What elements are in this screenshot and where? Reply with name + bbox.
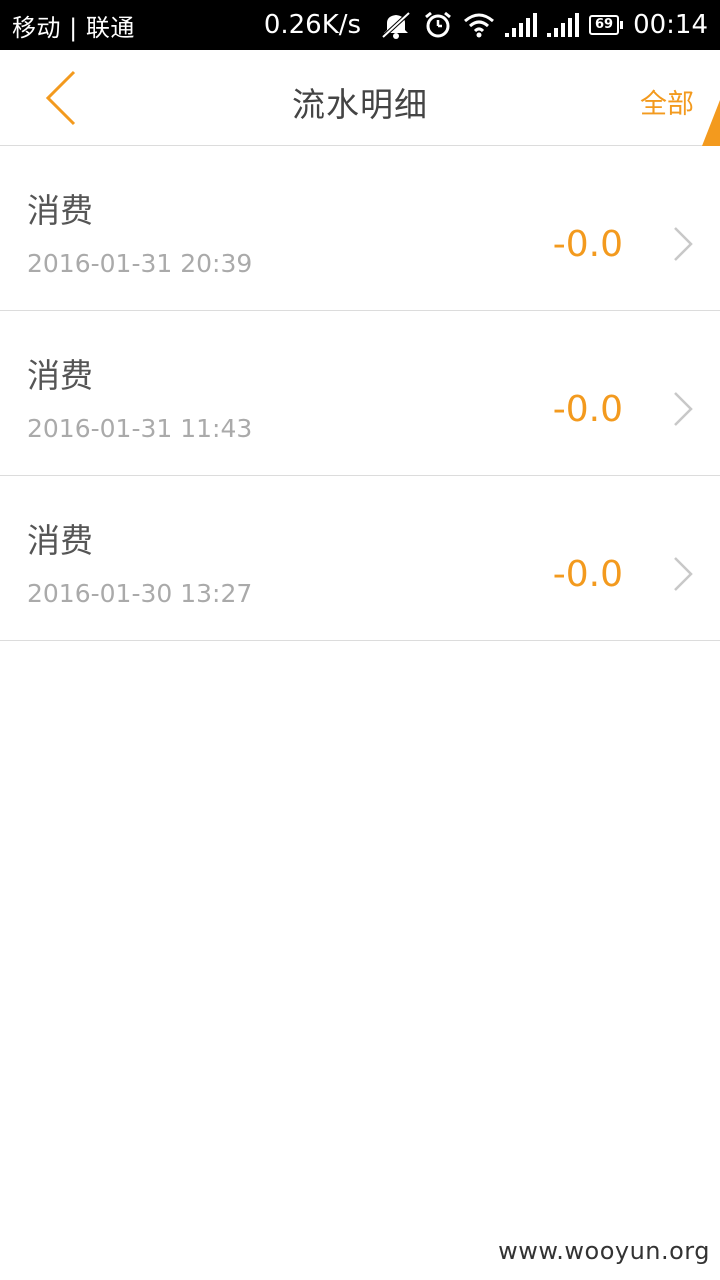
status-bar: 移动 | 联通 0.26K/s 69 00:14 — [0, 0, 720, 50]
transaction-type: 消费 — [27, 191, 93, 230]
transaction-amount: -0.0 — [552, 554, 623, 595]
transaction-list: 消费 2016-01-31 20:39 -0.0 消费 2016-01-31 1… — [0, 146, 720, 641]
wifi-icon — [463, 12, 495, 38]
transaction-row[interactable]: 消费 2016-01-31 11:43 -0.0 — [0, 311, 720, 476]
transaction-row[interactable]: 消费 2016-01-30 13:27 -0.0 — [0, 476, 720, 641]
network-speed: 0.26K/s — [263, 10, 362, 40]
page-title: 流水明细 — [292, 85, 428, 124]
transaction-amount: -0.0 — [552, 224, 623, 265]
transaction-type: 消费 — [27, 356, 93, 395]
chevron-right-icon — [674, 392, 693, 426]
mute-icon — [379, 10, 413, 40]
watermark: www.wooyun.org — [498, 1237, 710, 1265]
battery-cap — [620, 21, 624, 29]
transaction-row[interactable]: 消费 2016-01-31 20:39 -0.0 — [0, 146, 720, 311]
app-bar: 流水明细 全部 — [0, 50, 720, 146]
carrier-label: 移动 | 联通 — [12, 13, 135, 42]
chevron-right-icon — [674, 227, 693, 261]
signal-icon-2 — [547, 12, 580, 38]
transaction-time: 2016-01-31 20:39 — [27, 249, 253, 278]
status-indicators: 0.26K/s 69 00:14 — [264, 10, 708, 40]
battery-icon: 69 — [589, 15, 624, 35]
transaction-time: 2016-01-31 11:43 — [27, 414, 253, 443]
clock: 00:14 — [633, 10, 708, 40]
filter-all-button[interactable]: 全部 — [640, 82, 694, 121]
battery-level: 69 — [589, 15, 620, 35]
corner-triangle-decoration — [702, 100, 720, 146]
chevron-right-icon — [674, 557, 693, 591]
alarm-icon — [423, 10, 453, 40]
transaction-amount: -0.0 — [552, 389, 623, 430]
signal-icon — [505, 12, 538, 38]
transaction-type: 消费 — [27, 521, 93, 560]
transaction-time: 2016-01-30 13:27 — [27, 579, 253, 608]
